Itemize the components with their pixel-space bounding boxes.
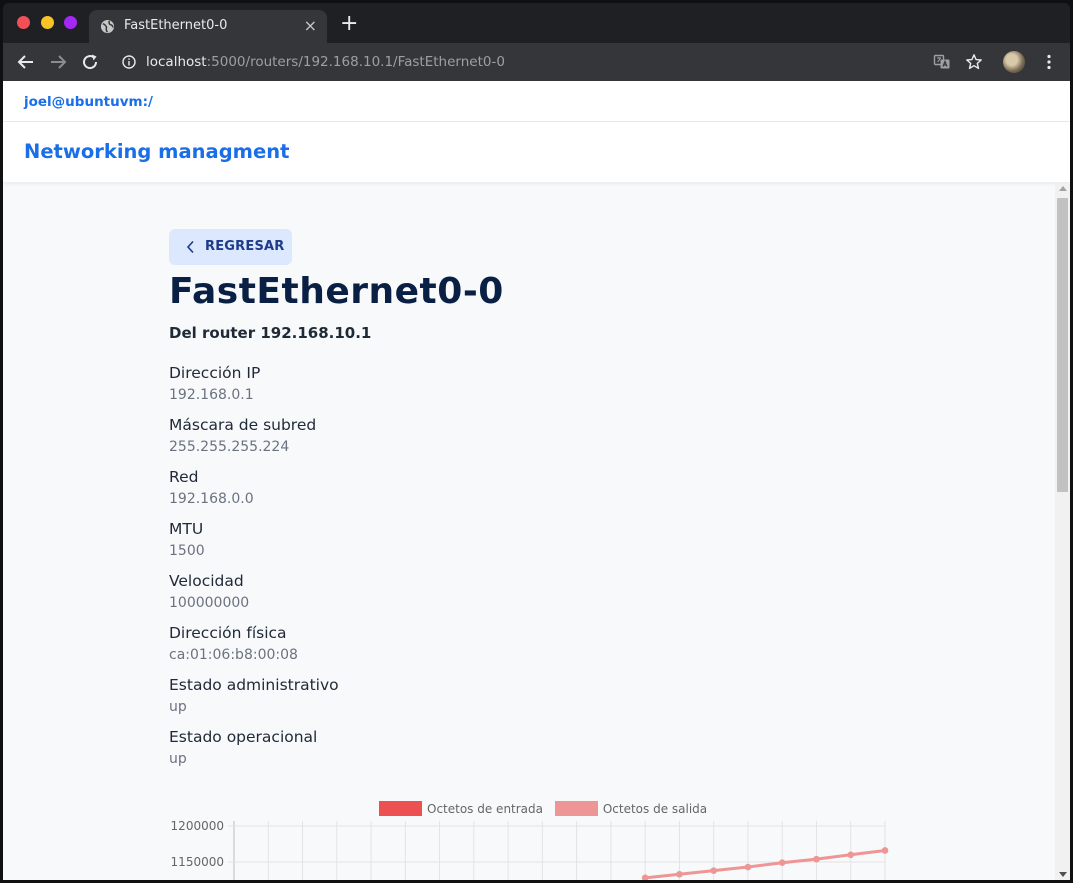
globe-icon — [100, 19, 115, 34]
url-host: localhost — [146, 54, 207, 70]
field-speed: Velocidad 100000000 — [169, 571, 249, 613]
reload-icon[interactable] — [81, 53, 99, 71]
browser-window: FastEthernet0-0 × + localhost:5000/route… — [3, 3, 1070, 880]
data-point-out — [881, 847, 889, 854]
data-point-out — [676, 870, 683, 878]
profile-avatar[interactable] — [1003, 51, 1025, 73]
back-button-label: REGRESAR — [205, 239, 285, 254]
maximize-window-button[interactable] — [64, 16, 77, 29]
page-title: FastEthernet0-0 — [169, 271, 504, 312]
tab-title: FastEthernet0-0 — [124, 18, 228, 33]
interface-details: REGRESAR FastEthernet0-0 Del router 192.… — [169, 81, 909, 880]
field-label: Velocidad — [169, 572, 244, 590]
field-value: 192.168.0.0 — [169, 491, 254, 507]
field-label: MTU — [169, 520, 204, 538]
url-path: :5000/routers/192.168.10.1/FastEthernet0… — [206, 54, 505, 70]
octets-chart: Octetos de entrada Octetos de salida 120… — [169, 796, 909, 880]
data-point-out — [847, 851, 855, 859]
back-arrow-icon[interactable] — [17, 53, 35, 71]
user-link[interactable]: joel@ubuntuvm:/ — [24, 94, 153, 110]
field-value: 192.168.0.1 — [169, 387, 254, 403]
scroll-down-arrow[interactable] — [1059, 872, 1067, 877]
field-label: Red — [169, 468, 199, 486]
field-value: ca:01:06:b8:00:08 — [169, 647, 298, 663]
browser-toolbar: localhost:5000/routers/192.168.10.1/Fast… — [3, 43, 1070, 81]
bookmark-star-icon[interactable] — [965, 53, 983, 71]
chevron-left-icon — [186, 240, 194, 254]
field-label: Dirección física — [169, 624, 287, 642]
field-value: 255.255.255.224 — [169, 439, 290, 455]
address-bar[interactable]: localhost:5000/routers/192.168.10.1/Fast… — [113, 47, 993, 77]
tab-strip: FastEthernet0-0 × + — [3, 3, 1070, 43]
field-value: up — [169, 699, 187, 715]
router-subtitle: Del router 192.168.10.1 — [169, 324, 372, 342]
page-viewport: joel@ubuntuvm:/ Networking managment REG… — [3, 81, 1070, 880]
page-scrollbar[interactable] — [1055, 184, 1070, 880]
field-value: up — [169, 751, 187, 767]
scroll-up-arrow[interactable] — [1059, 186, 1067, 191]
data-point-out — [710, 867, 717, 874]
field-ip-address: Dirección IP 192.168.0.1 — [169, 363, 260, 405]
field-label: Dirección IP — [169, 364, 261, 382]
more-menu-icon[interactable] — [1040, 53, 1058, 71]
field-label: Máscara de subred — [169, 416, 317, 434]
tab-close-icon[interactable]: × — [304, 17, 317, 35]
browser-tab[interactable]: FastEthernet0-0 × — [89, 10, 327, 43]
url-text[interactable]: localhost:5000/routers/192.168.10.1/Fast… — [146, 54, 505, 70]
data-point-out — [813, 855, 820, 863]
field-label: Estado operacional — [169, 728, 318, 746]
field-oper-status: Estado operacional up — [169, 727, 317, 769]
field-admin-status: Estado administrativo up — [169, 675, 339, 717]
new-tab-button[interactable]: + — [340, 13, 358, 35]
info-icon[interactable] — [122, 55, 136, 69]
minimize-window-button[interactable] — [41, 16, 54, 29]
field-label: Estado administrativo — [169, 676, 339, 694]
field-network: Red 192.168.0.0 — [169, 467, 254, 509]
field-mtu: MTU 1500 — [169, 519, 205, 561]
back-button[interactable]: REGRESAR — [169, 229, 292, 265]
field-mac-address: Dirección física ca:01:06:b8:00:08 — [169, 623, 298, 665]
field-value: 1500 — [169, 543, 205, 559]
data-point-out — [641, 874, 649, 880]
scroll-thumb[interactable] — [1057, 198, 1068, 492]
close-window-button[interactable] — [17, 16, 30, 29]
forward-arrow-icon[interactable] — [49, 53, 67, 71]
data-point-out — [744, 863, 752, 871]
field-value: 100000000 — [169, 595, 250, 611]
chart-plot — [228, 821, 889, 880]
data-point-out — [778, 859, 786, 867]
field-subnet-mask: Máscara de subred 255.255.255.224 — [169, 415, 316, 457]
translate-icon[interactable] — [933, 53, 951, 71]
